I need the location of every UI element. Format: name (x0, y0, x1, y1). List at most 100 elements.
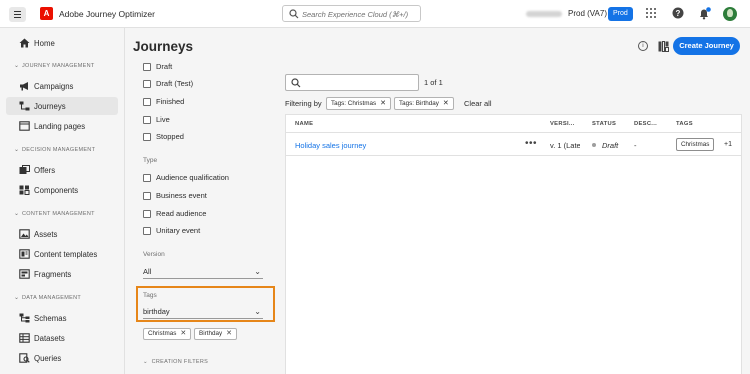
nav-label: Assets (34, 229, 58, 239)
checkbox[interactable] (143, 80, 151, 88)
app-title: Adobe Journey Optimizer (59, 9, 155, 19)
journey-tag: Christmas (676, 138, 715, 151)
sandbox-switcher[interactable]: Prod (VA7) (568, 9, 607, 18)
active-filter-chip[interactable]: Tags: Christmas ✕ (326, 97, 392, 110)
journey-search-input[interactable] (285, 74, 419, 91)
section-decision-management[interactable]: ⌄ DECISION MANAGEMENT (14, 146, 95, 153)
nav-item-content-templates[interactable]: Content templates (6, 245, 118, 263)
checkbox[interactable] (143, 227, 151, 235)
search-placeholder: Search Experience Cloud (⌘+/) (302, 9, 409, 19)
info-icon[interactable]: i (638, 41, 648, 51)
chevron-down-icon: ⌄ (14, 147, 20, 153)
page-title: Journeys (133, 39, 194, 54)
menu-icon[interactable] (9, 7, 26, 22)
checkbox[interactable] (143, 210, 151, 218)
table-row[interactable]: Holiday sales journey ••• v. 1 (Late Dra… (286, 134, 741, 156)
svg-text:?: ? (676, 9, 681, 18)
version-value: All (143, 267, 152, 276)
nav-item-landing-pages[interactable]: Landing pages (6, 117, 118, 135)
nav-label: Offers (34, 165, 56, 175)
column-header-version[interactable]: VERSI... (550, 121, 575, 127)
remove-icon[interactable]: ✕ (226, 330, 232, 337)
home-icon (19, 38, 30, 48)
dataset-icon (19, 333, 30, 343)
components-icon (19, 185, 30, 195)
column-header-tags[interactable]: TAGS (676, 121, 693, 127)
version-filter-label: Version (143, 251, 165, 258)
more-tags-count[interactable]: +1 (724, 141, 732, 148)
type-filter-label: Type (143, 157, 158, 164)
nav-label: Home (34, 38, 55, 48)
nav-item-offers[interactable]: Offers (6, 161, 118, 179)
create-journey-button[interactable]: Create Journey (673, 37, 740, 55)
tags-highlight-box (136, 286, 275, 322)
checkbox[interactable] (143, 174, 151, 182)
nav-item-home[interactable]: Home (6, 34, 118, 52)
column-settings-icon[interactable] (658, 41, 669, 52)
nav-item-fragments[interactable]: Fragments (6, 265, 118, 283)
nav-item-queries[interactable]: Queries (6, 349, 118, 367)
journey-status: Draft (602, 141, 619, 150)
search-icon (291, 78, 301, 88)
selected-tag-chip[interactable]: Christmas ✕ (143, 328, 192, 340)
user-avatar[interactable] (723, 7, 737, 21)
fragment-icon (19, 269, 30, 279)
nav-label: Datasets (34, 333, 65, 343)
nav-label: Journeys (34, 101, 66, 111)
nav-item-schemas[interactable]: Schemas (6, 309, 118, 327)
column-header-name[interactable]: NAME (295, 121, 313, 127)
chevron-down-icon: ⌄ (14, 63, 20, 69)
remove-icon[interactable]: ✕ (443, 100, 449, 107)
nav-item-campaigns[interactable]: Campaigns (6, 77, 118, 95)
checkbox[interactable] (143, 98, 151, 106)
section-content-management[interactable]: ⌄ CONTENT MANAGEMENT (14, 210, 95, 217)
selected-tag-chip[interactable]: Birthday ✕ (194, 328, 237, 340)
nav-item-components[interactable]: Components (6, 181, 118, 199)
checkbox[interactable] (143, 192, 151, 200)
help-icon[interactable]: ? (672, 7, 684, 19)
megaphone-icon (20, 82, 28, 91)
chevron-down-icon: ⌄ (143, 359, 148, 365)
clear-all-link[interactable]: Clear all (464, 99, 492, 108)
version-picker[interactable]: All ⌄ (143, 265, 263, 279)
result-count: 1 of 1 (424, 78, 443, 87)
adobe-logo: A (40, 7, 53, 20)
chevron-down-icon: ⌄ (14, 211, 20, 217)
nav-item-assets[interactable]: Assets (6, 225, 118, 243)
search-icon (289, 9, 299, 19)
offers-icon (19, 165, 30, 174)
remove-icon[interactable]: ✕ (180, 330, 186, 337)
notifications-bell-icon[interactable] (698, 7, 712, 20)
section-data-management[interactable]: ⌄ DATA MANAGEMENT (14, 294, 81, 301)
journey-description: - (634, 141, 637, 150)
nav-label: Campaigns (34, 81, 74, 91)
creation-filters-section[interactable]: ⌄ CREATION FILTERS (143, 359, 208, 365)
filter-panel: Draft Draft (Test) Finished Live Stopped… (143, 62, 263, 365)
nav-label: Landing pages (34, 121, 86, 131)
journeys-table: NAME VERSI... STATUS DESC... TAGS Holida… (285, 114, 742, 374)
nav-item-datasets[interactable]: Datasets (6, 329, 118, 347)
journey-version: v. 1 (Late (550, 141, 580, 150)
template-icon (19, 249, 30, 259)
global-search-input[interactable]: Search Experience Cloud (⌘+/) (282, 5, 421, 22)
image-icon (19, 229, 30, 239)
apps-grid-icon[interactable] (645, 7, 657, 19)
nav-label: Content templates (34, 249, 98, 259)
nav-item-journeys[interactable]: Journeys (6, 97, 118, 115)
checkbox[interactable] (143, 133, 151, 141)
section-journey-management[interactable]: ⌄ JOURNEY MANAGEMENT (14, 62, 95, 69)
journey-name-link[interactable]: Holiday sales journey (295, 141, 366, 150)
status-dot-icon (592, 143, 596, 147)
checkbox[interactable] (143, 116, 151, 124)
landing-page-icon (19, 121, 30, 131)
column-header-status[interactable]: STATUS (592, 121, 616, 127)
remove-icon[interactable]: ✕ (380, 100, 386, 107)
checkbox[interactable] (143, 63, 151, 71)
filtering-by-label: Filtering by (285, 99, 322, 108)
column-header-description[interactable]: DESC... (634, 121, 657, 127)
more-actions-icon[interactable]: ••• (525, 138, 537, 149)
nav-label: Components (34, 185, 79, 195)
chevron-down-icon: ⌄ (14, 295, 20, 301)
active-filter-chip[interactable]: Tags: Birthday ✕ (394, 97, 454, 110)
top-bar: A Adobe Journey Optimizer Search Experie… (0, 0, 750, 28)
